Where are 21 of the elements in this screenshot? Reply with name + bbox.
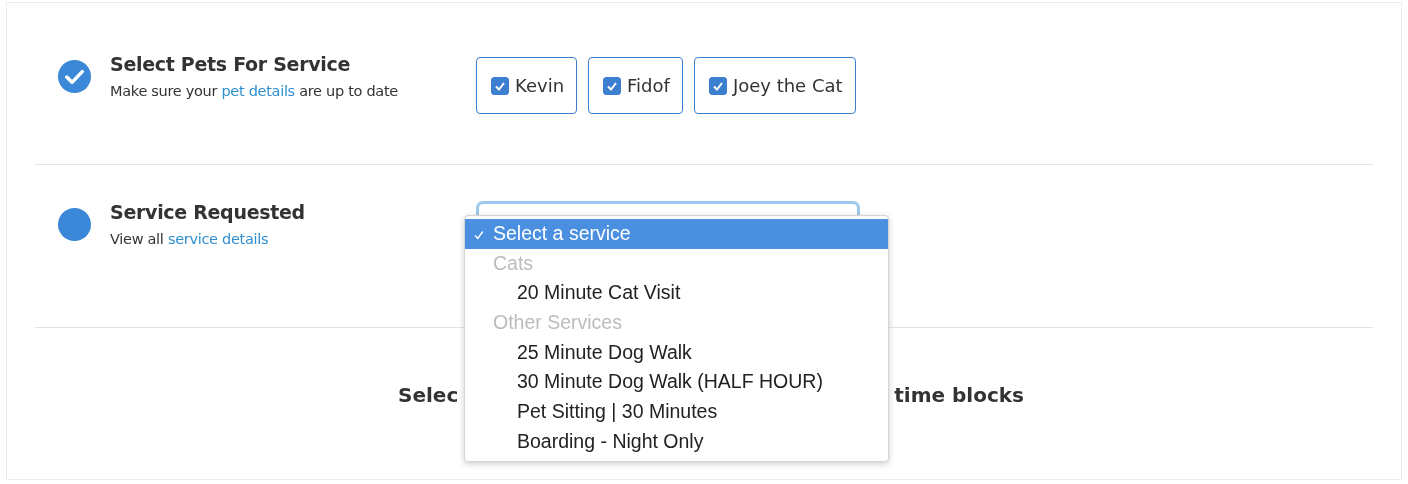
pet-toggle[interactable]: Kevin bbox=[476, 57, 578, 114]
checkbox[interactable] bbox=[603, 76, 622, 95]
pet-toggle[interactable]: Fidof bbox=[588, 57, 683, 114]
details-link[interactable]: pet details bbox=[221, 83, 295, 99]
menu-option[interactable]: Boarding - Night Only bbox=[465, 426, 888, 457]
details-link[interactable]: service details bbox=[167, 231, 269, 247]
menu-option[interactable]: 20 Minute Cat Visit bbox=[465, 278, 888, 309]
menu-option[interactable]: Pet Sitting | 30 Minutes bbox=[465, 397, 888, 427]
step-title: Service Requested bbox=[110, 201, 306, 223]
step-title: Select Pets For Service bbox=[110, 53, 352, 75]
group-label: Other Services bbox=[492, 310, 623, 336]
checkmark-icon bbox=[473, 229, 485, 241]
group-label: Cats bbox=[492, 250, 535, 276]
menu-option[interactable]: 30 Minute Dog Walk (HALF HOUR) bbox=[465, 367, 888, 398]
checkbox[interactable] bbox=[491, 76, 509, 95]
section-heading: time blocks bbox=[894, 383, 1024, 407]
pet-toggle[interactable]: Joey the Cat bbox=[693, 57, 856, 114]
section-heading: Selec bbox=[398, 383, 459, 407]
step-subtitle: Make sure your pet details are up to date bbox=[110, 83, 399, 99]
menu-option[interactable]: 25 Minute Dog Walk bbox=[465, 337, 888, 368]
checkbox[interactable] bbox=[708, 76, 727, 95]
